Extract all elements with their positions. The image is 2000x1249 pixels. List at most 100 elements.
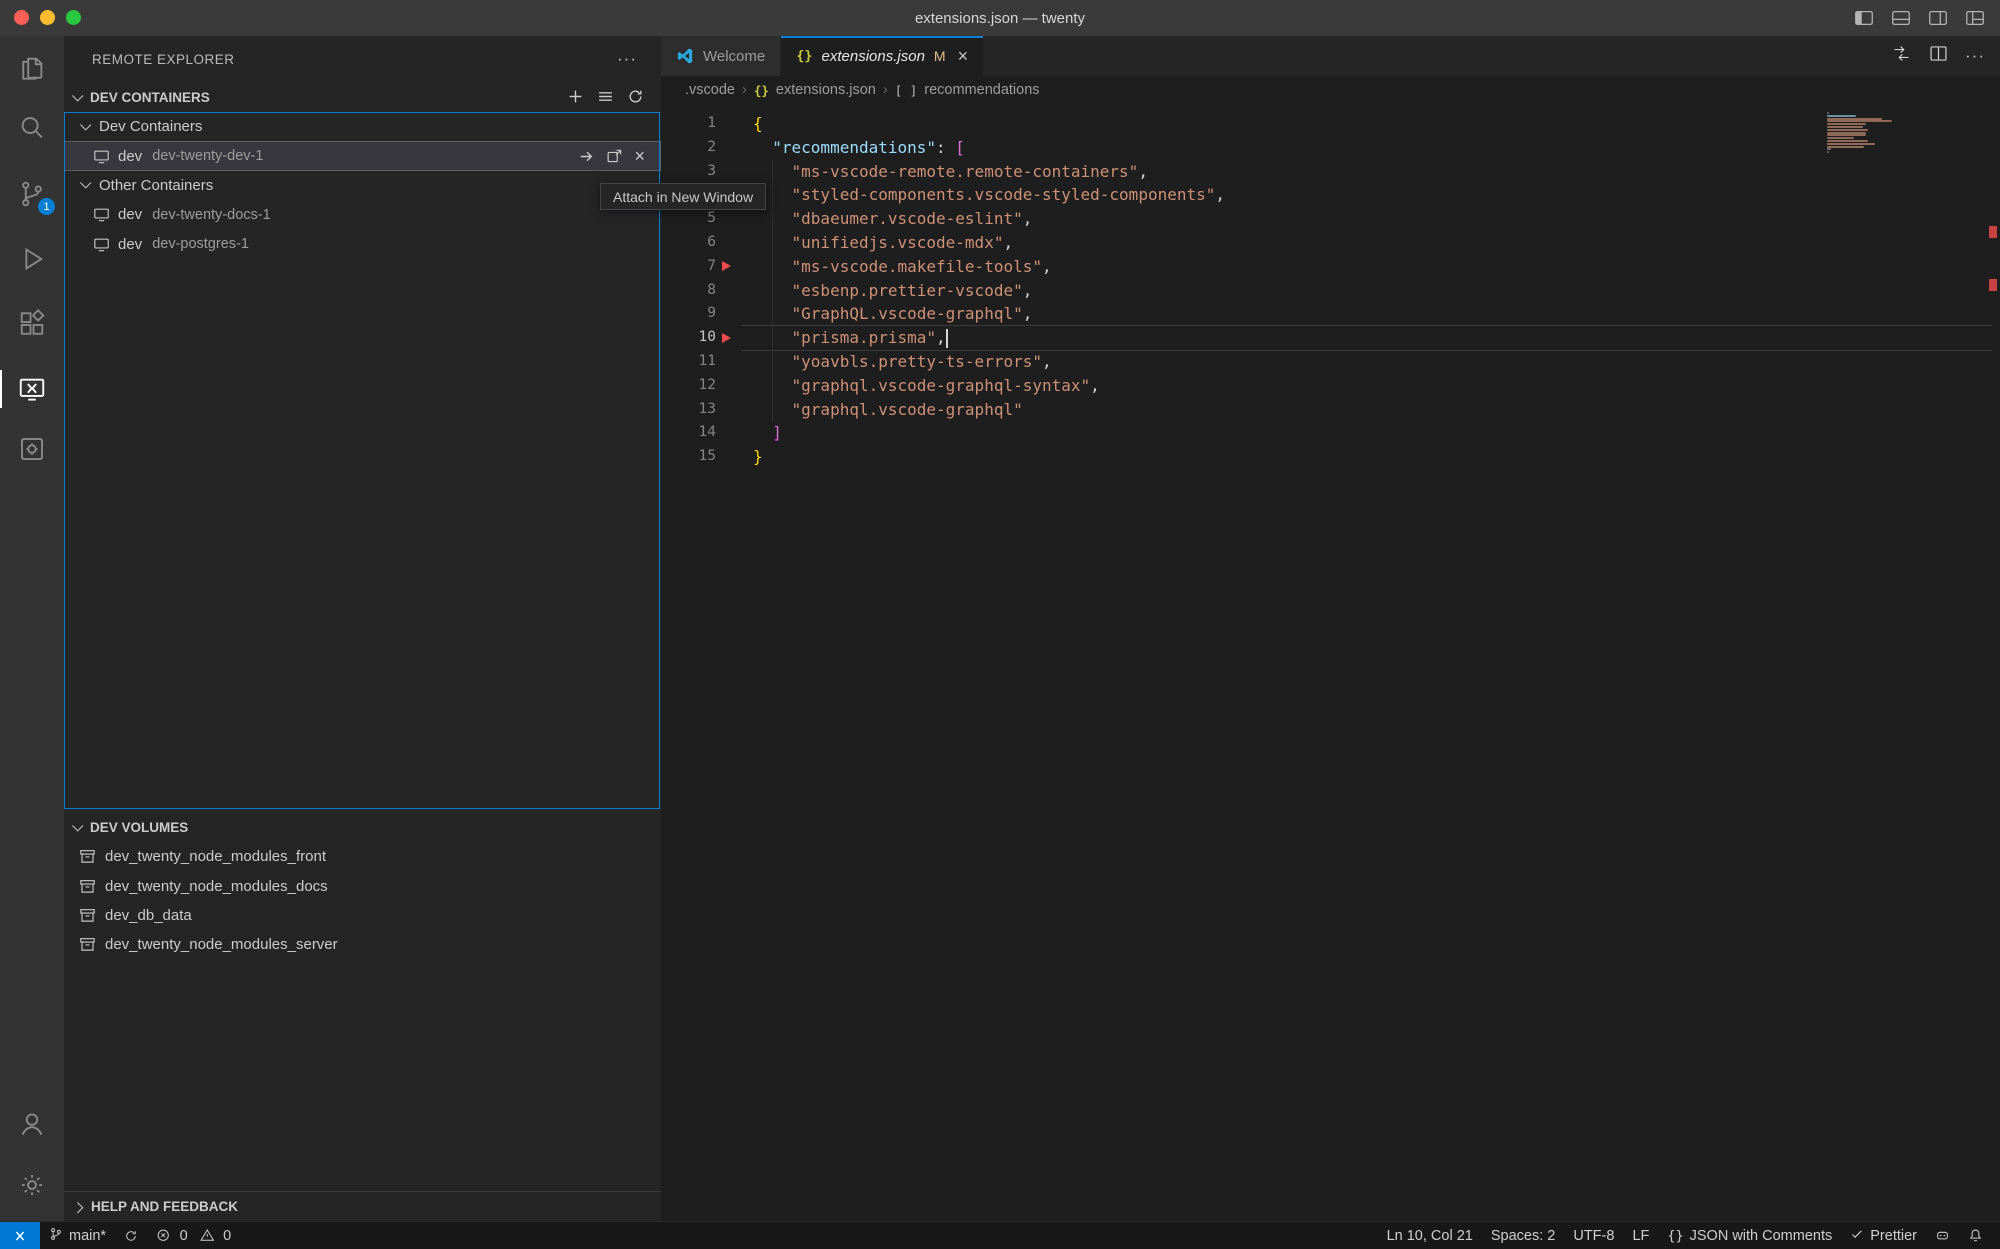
chevron-down-icon (80, 178, 91, 189)
line-number: 8 (661, 279, 716, 303)
breadcrumb-folder[interactable]: .vscode (685, 82, 735, 98)
toggle-panel-icon[interactable] (1890, 7, 1912, 29)
problems-item[interactable]: 0 0 (147, 1222, 240, 1249)
toggle-primary-sidebar-icon[interactable] (1853, 7, 1875, 29)
formatter-item[interactable]: Prettier (1841, 1222, 1926, 1249)
more-actions-icon[interactable] (1965, 46, 1985, 66)
dev-containers-icon[interactable] (0, 421, 64, 477)
new-container-plus-icon[interactable] (567, 88, 584, 108)
code-text: ] (753, 421, 782, 445)
code-text: "ms-vscode.makefile-tools", (753, 255, 1052, 279)
open-changes-icon[interactable] (1891, 43, 1912, 69)
code-line-14[interactable]: 14 ] (661, 421, 2000, 445)
line-number: 10 (661, 326, 716, 350)
code-line-3[interactable]: 3 "ms-vscode-remote.remote-containers", (661, 160, 2000, 184)
close-tab-icon[interactable] (958, 47, 969, 65)
status-bar: main* 0 0 Ln 10, Col 21 Spaces: 2 UTF-8 … (0, 1221, 2000, 1249)
volume-item-dev_twenty_node_modules_server[interactable]: dev_twenty_node_modules_server (64, 930, 661, 959)
git-deleted-marker (722, 261, 731, 271)
code-line-6[interactable]: 6 "unifiedjs.vscode-mdx", (661, 231, 2000, 255)
volume-icon (79, 907, 96, 924)
code-text: } (753, 445, 763, 469)
code-line-15[interactable]: 15} (661, 445, 2000, 469)
code-line-1[interactable]: 1{ (661, 112, 2000, 136)
tab-extensions-json[interactable]: {} extensions.json M (781, 36, 984, 76)
code-text: "prisma.prisma", (753, 326, 946, 350)
warning-count: 0 (223, 1228, 231, 1244)
code-line-7[interactable]: 7 "ms-vscode.makefile-tools", (661, 255, 2000, 279)
list-view-icon[interactable] (597, 88, 614, 108)
remove-container-icon[interactable] (634, 147, 645, 165)
explorer-icon[interactable] (0, 40, 64, 96)
split-editor-icon[interactable] (1928, 43, 1949, 69)
container-item-dev-twenty-docs-1[interactable]: devdev-twenty-docs-1 (64, 200, 661, 229)
window-title: extensions.json — twenty (0, 0, 2000, 36)
container-icon (93, 236, 110, 253)
code-line-13[interactable]: 13 "graphql.vscode-graphql" (661, 398, 2000, 422)
cursor-position[interactable]: Ln 10, Col 21 (1378, 1222, 1482, 1249)
account-icon[interactable] (0, 1096, 64, 1152)
status-bar-right: Ln 10, Col 21 Spaces: 2 UTF-8 LF {} JSON… (1378, 1222, 2000, 1249)
attach-new-window-icon[interactable] (606, 148, 623, 165)
section-dev-volumes[interactable]: DEV VOLUMES (64, 813, 661, 842)
code-line-11[interactable]: 11 "yoavbls.pretty-ts-errors", (661, 350, 2000, 374)
language-mode[interactable]: {} JSON with Comments (1658, 1222, 1841, 1249)
toggle-secondary-sidebar-icon[interactable] (1927, 7, 1949, 29)
more-actions-icon[interactable] (617, 49, 637, 69)
copilot-icon[interactable] (1926, 1222, 1959, 1249)
tab-welcome[interactable]: Welcome (661, 36, 781, 76)
refresh-icon[interactable] (627, 88, 644, 108)
line-number: 5 (661, 207, 716, 231)
customize-layout-icon[interactable] (1964, 7, 1986, 29)
code-line-9[interactable]: 9 "GraphQL.vscode-graphql", (661, 302, 2000, 326)
overview-ruler-mark (1989, 279, 1997, 291)
volume-item-dev_twenty_node_modules_docs[interactable]: dev_twenty_node_modules_docs (64, 871, 661, 900)
tree-group-dev-containers[interactable]: Dev Containers (64, 112, 661, 141)
search-icon[interactable] (0, 100, 64, 156)
sidebar-header: REMOTE EXPLORER (64, 36, 661, 82)
code-line-4[interactable]: 4 "styled-components.vscode-styled-compo… (661, 183, 2000, 207)
container-item-dev-twenty-dev-1[interactable]: devdev-twenty-dev-1 (64, 141, 661, 170)
indentation[interactable]: Spaces: 2 (1482, 1222, 1565, 1249)
row-inline-actions (578, 147, 661, 165)
braces-icon: {} (1667, 1228, 1683, 1244)
encoding[interactable]: UTF-8 (1564, 1222, 1623, 1249)
attach-shell-icon[interactable] (578, 148, 595, 165)
check-icon (1850, 1227, 1864, 1245)
remote-explorer-icon[interactable] (0, 361, 64, 417)
code-line-8[interactable]: 8 "esbenp.prettier-vscode", (661, 279, 2000, 303)
section-help-feedback[interactable]: HELP AND FEEDBACK (64, 1191, 661, 1221)
code-line-12[interactable]: 12 "graphql.vscode-graphql-syntax", (661, 374, 2000, 398)
section-dev-containers[interactable]: DEV CONTAINERS (64, 83, 661, 112)
array-symbol-icon: [ ] (895, 83, 918, 98)
code-line-5[interactable]: 5 "dbaeumer.vscode-eslint", (661, 207, 2000, 231)
container-item-dev-postgres-1[interactable]: devdev-postgres-1 (64, 230, 661, 259)
vscode-window: extensions.json — twenty 1 REMOTE EXPLOR… (0, 0, 2000, 1249)
volume-item-dev_db_data[interactable]: dev_db_data (64, 901, 661, 930)
settings-gear-icon[interactable] (0, 1157, 64, 1213)
git-branch-item[interactable]: main* (40, 1222, 115, 1249)
notifications-bell-icon[interactable] (1959, 1222, 1992, 1249)
code-text: "yoavbls.pretty-ts-errors", (753, 350, 1052, 374)
code-line-10[interactable]: 10 "prisma.prisma", (661, 326, 2000, 350)
volume-item-dev_twenty_node_modules_front[interactable]: dev_twenty_node_modules_front (64, 842, 661, 871)
code-line-2[interactable]: 2 "recommendations": [ (661, 136, 2000, 160)
breadcrumb-file[interactable]: extensions.json (776, 82, 876, 98)
tree-group-other-containers[interactable]: Other Containers (64, 171, 661, 200)
section-actions (567, 88, 661, 108)
extensions-icon[interactable] (0, 296, 64, 352)
minimap[interactable] (1827, 112, 1907, 154)
sidebar-title: REMOTE EXPLORER (92, 52, 235, 67)
run-debug-icon[interactable] (0, 231, 64, 287)
source-control-icon[interactable]: 1 (0, 166, 64, 222)
line-number: 14 (661, 421, 716, 445)
remote-indicator[interactable] (0, 1222, 40, 1249)
code-text: { (753, 112, 763, 136)
activity-bar: 1 (0, 36, 64, 1221)
editor-pane[interactable]: 1{2 "recommendations": [3 "ms-vscode-rem… (661, 104, 2000, 1221)
eol-selector[interactable]: LF (1623, 1222, 1658, 1249)
error-icon (156, 1228, 171, 1243)
breadcrumb-symbol[interactable]: recommendations (924, 82, 1039, 98)
sync-changes-icon[interactable] (115, 1222, 147, 1249)
git-modified-badge: M (934, 48, 946, 64)
